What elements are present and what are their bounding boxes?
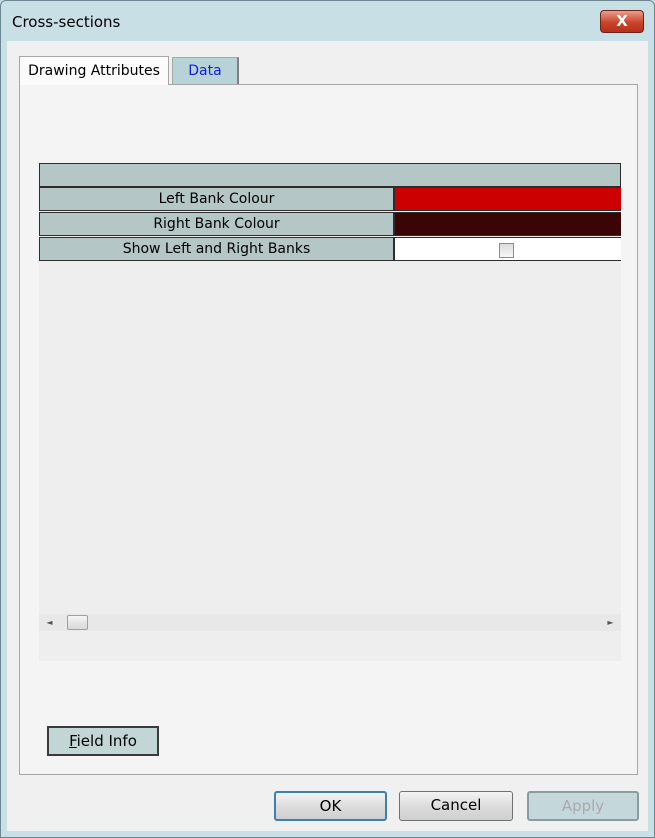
field-info-button[interactable]: Field Info xyxy=(47,726,159,756)
horizontal-scrollbar[interactable]: ◄ ► xyxy=(39,614,621,631)
title-bar[interactable]: Cross-sections X xyxy=(1,1,654,41)
scrollbar-thumb[interactable] xyxy=(67,615,88,630)
ok-button[interactable]: OK xyxy=(274,791,387,821)
tab-data[interactable]: Data xyxy=(172,57,239,85)
grid-header xyxy=(39,163,621,187)
field-info-label: ield Info xyxy=(76,732,137,750)
cancel-button[interactable]: Cancel xyxy=(399,791,513,821)
property-row: Left Bank Colour xyxy=(39,187,621,211)
dialog-client-area: Drawing Attributes Data Left Bank Colour… xyxy=(7,41,648,831)
scroll-left-icon[interactable]: ◄ xyxy=(41,614,58,631)
apply-button[interactable]: Apply xyxy=(527,791,639,821)
left-bank-colour-swatch[interactable] xyxy=(395,187,621,211)
right-bank-colour-swatch[interactable] xyxy=(395,212,621,236)
show-banks-checkbox[interactable] xyxy=(499,243,514,258)
show-banks-cell xyxy=(395,237,621,261)
property-label-right-bank-colour: Right Bank Colour xyxy=(39,212,395,236)
dialog-title: Cross-sections xyxy=(12,13,121,31)
field-info-mnemonic: F xyxy=(69,732,77,750)
property-row: Right Bank Colour xyxy=(39,212,621,236)
property-label-left-bank-colour: Left Bank Colour xyxy=(39,187,395,211)
tab-drawing-attributes[interactable]: Drawing Attributes xyxy=(19,56,169,85)
scroll-right-icon[interactable]: ► xyxy=(602,614,619,631)
tab-panel: Left Bank Colour Right Bank Colour Show … xyxy=(19,84,638,775)
property-row: Show Left and Right Banks xyxy=(39,237,621,261)
close-button[interactable]: X xyxy=(600,10,644,33)
property-label-show-banks: Show Left and Right Banks xyxy=(39,237,395,261)
cross-sections-dialog: Cross-sections X Drawing Attributes Data… xyxy=(0,0,655,838)
property-grid: Left Bank Colour Right Bank Colour Show … xyxy=(39,163,621,661)
close-icon: X xyxy=(616,12,628,30)
